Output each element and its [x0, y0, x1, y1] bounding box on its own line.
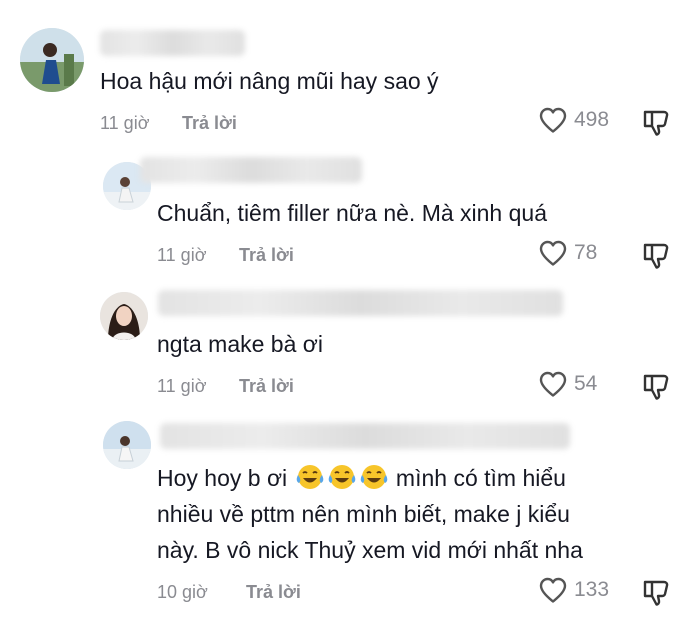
- comment-text-line: nhiều về pttm nên mình biết, make j kiểu: [157, 501, 570, 527]
- username-redacted: [140, 157, 362, 183]
- reply-button[interactable]: Trả lời: [182, 113, 237, 134]
- comment-time: 10 giờ: [157, 582, 208, 602]
- reply-button[interactable]: Trả lời: [239, 376, 294, 397]
- thumbs-down-outline-icon[interactable]: [641, 241, 671, 271]
- heart-outline-icon: [539, 107, 567, 133]
- comment-text-part: Hoy hoy b ơi: [157, 465, 288, 491]
- tears-of-joy-emoji: [296, 465, 323, 489]
- like-count: 54: [574, 372, 598, 395]
- comment-text: ngta make bà ơi: [157, 331, 323, 357]
- username-redacted: [160, 423, 570, 449]
- like-button[interactable]: 78: [538, 239, 597, 267]
- reply-button[interactable]: Trả lời: [239, 245, 294, 266]
- comment-time: 11 giờ: [157, 245, 207, 265]
- tears-of-joy-emoji: [328, 465, 355, 489]
- avatar[interactable]: [100, 292, 148, 340]
- thumbs-down-outline-icon[interactable]: [641, 372, 671, 402]
- username-redacted: [100, 30, 245, 56]
- like-count: 133: [574, 578, 610, 601]
- thumbs-down-outline-icon[interactable]: [641, 578, 671, 608]
- avatar[interactable]: [20, 28, 84, 92]
- reply-button[interactable]: Trả lời: [246, 582, 301, 603]
- tears-of-joy-emoji: [360, 465, 387, 489]
- comment-time: 11 giờ: [100, 113, 150, 133]
- comment-text: Chuẩn, tiêm filler nữa nè. Mà xinh quá: [157, 200, 547, 226]
- comment-text: Hoy hoy b ơi mình có tìm hiểu nhiều về pt…: [157, 460, 687, 568]
- avatar[interactable]: [103, 421, 151, 469]
- like-button[interactable]: 54: [538, 370, 597, 398]
- like-count: 78: [574, 241, 598, 264]
- comment-text: Hoa hậu mới nâng mũi hay sao ý: [100, 68, 439, 94]
- heart-outline-icon: [539, 371, 567, 397]
- heart-outline-icon: [539, 240, 567, 266]
- like-count: 498: [574, 108, 610, 131]
- heart-outline-icon: [539, 577, 567, 603]
- username-redacted: [158, 290, 563, 316]
- like-button[interactable]: 133: [538, 576, 609, 604]
- comment-time: 11 giờ: [157, 376, 207, 396]
- like-button[interactable]: 498: [538, 106, 609, 134]
- comment-text-part: mình có tìm hiểu: [395, 465, 566, 491]
- thumbs-down-outline-icon[interactable]: [641, 108, 671, 138]
- comment-text-line: này. B vô nick Thuỷ xem vid mới nhất nha: [157, 537, 583, 563]
